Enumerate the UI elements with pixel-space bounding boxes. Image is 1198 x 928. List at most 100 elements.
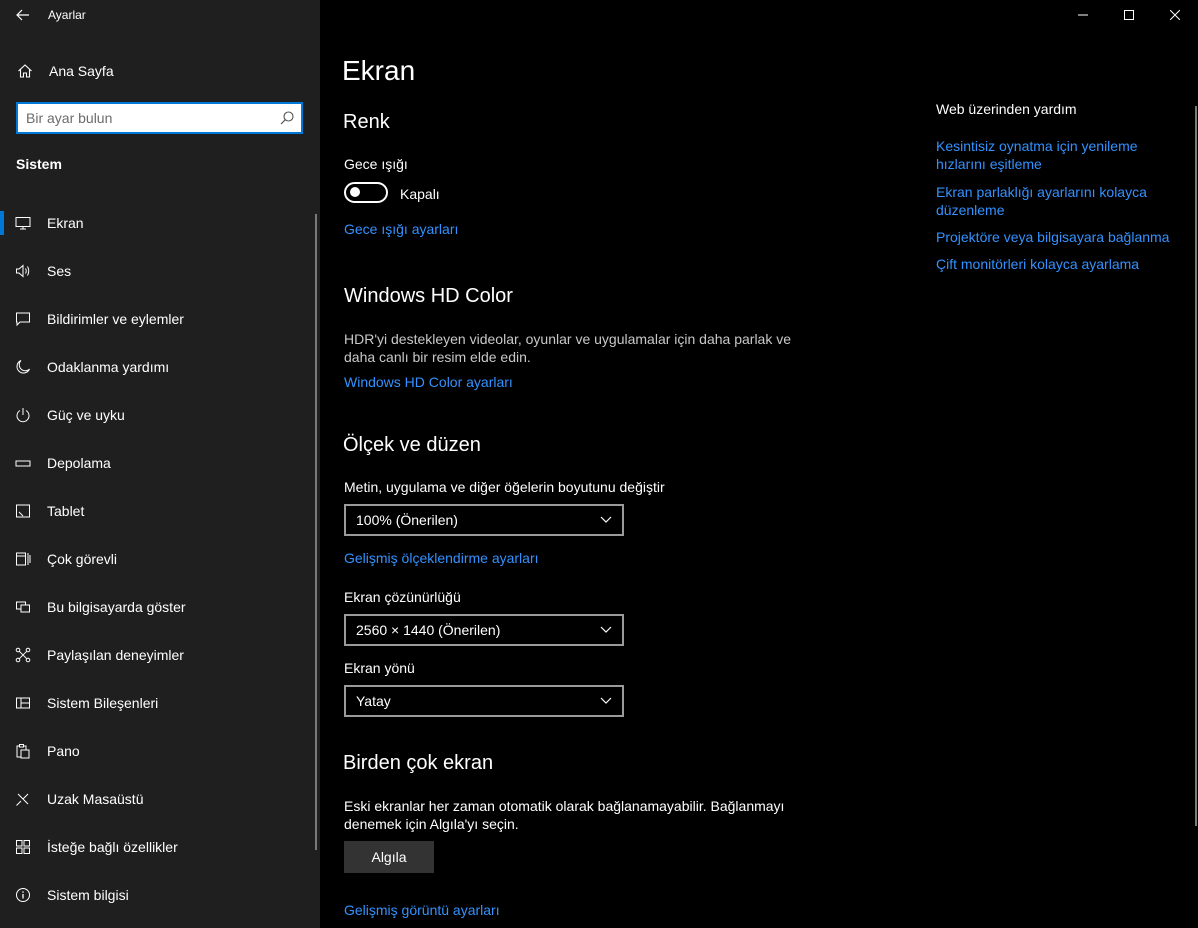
sidebar-item-label: İsteğe bağlı özellikler — [47, 839, 178, 855]
sidebar-item-label: Sistem bilgisi — [47, 887, 129, 903]
maximize-button[interactable] — [1106, 0, 1152, 30]
sidebar-item-istege-bagli[interactable]: İsteğe bağlı özellikler — [0, 823, 320, 871]
sidebar-item-uzak-masaustu[interactable]: Uzak Masaüstü — [0, 775, 320, 823]
sidebar-item-label: Sistem Bileşenleri — [47, 695, 159, 711]
shared-experiences-icon — [0, 647, 46, 663]
night-light-state: Kapalı — [400, 186, 440, 202]
sidebar: Ayarlar Ana Sayfa Sistem Ekran Ses Bildi… — [0, 0, 320, 928]
sidebar-item-paylasilan[interactable]: Paylaşılan deneyimler — [0, 631, 320, 679]
sidebar-item-sistem-bilgisi[interactable]: Sistem bilgisi — [0, 871, 320, 919]
night-light-label: Gece ışığı — [344, 156, 408, 172]
hdr-section-heading: Windows HD Color — [344, 285, 513, 307]
help-link-projector[interactable]: Projektöre veya bilgisayara bağlanma — [936, 228, 1176, 246]
orientation-value: Yatay — [356, 693, 391, 709]
help-title: Web üzerinden yardım — [936, 101, 1077, 117]
toggle-knob — [350, 187, 360, 197]
monitor-icon — [0, 215, 46, 231]
sidebar-item-label: Bildirimler ve eylemler — [47, 311, 184, 327]
sidebar-item-label: Bu bilgisayarda göster — [47, 599, 186, 615]
home-icon — [2, 63, 48, 79]
chevron-down-icon — [600, 516, 612, 523]
sidebar-item-label: Ekran — [47, 215, 84, 231]
multiple-displays-heading: Birden çok ekran — [343, 752, 494, 774]
sidebar-item-cok-gorevli[interactable]: Çok görevli — [0, 535, 320, 583]
search-icon[interactable] — [279, 110, 295, 129]
chevron-down-icon — [600, 626, 612, 633]
main-scrollbar[interactable] — [1195, 106, 1197, 826]
home-label: Ana Sayfa — [49, 63, 114, 79]
scale-dropdown[interactable]: 100% (Önerilen) — [344, 504, 624, 536]
sidebar-item-label: Güç ve uyku — [47, 407, 125, 423]
tablet-icon — [0, 503, 46, 519]
remote-desktop-icon — [0, 791, 46, 807]
help-link-brightness[interactable]: Ekran parlaklığı ayarlarını kolayca düze… — [936, 183, 1176, 219]
scale-label: Metin, uygulama ve diğer öğelerin boyutu… — [344, 479, 665, 495]
sidebar-scrollbar[interactable] — [315, 214, 317, 850]
info-icon — [0, 887, 46, 903]
sidebar-item-label: Paylaşılan deneyimler — [47, 647, 184, 663]
help-link-refresh-rate[interactable]: Kesintisiz oynatma için yenileme hızları… — [936, 137, 1176, 173]
notification-icon — [0, 311, 46, 327]
clipboard-icon — [0, 743, 46, 759]
storage-icon — [0, 455, 46, 471]
speaker-icon — [0, 263, 46, 279]
home-nav-item[interactable]: Ana Sayfa — [0, 52, 320, 90]
orientation-label: Ekran yönü — [344, 660, 415, 676]
maximize-icon — [1124, 10, 1134, 20]
sidebar-item-pano[interactable]: Pano — [0, 727, 320, 775]
search-box[interactable] — [16, 102, 303, 134]
back-button[interactable] — [0, 0, 46, 30]
sidebar-item-label: Pano — [47, 743, 80, 759]
window-controls — [1060, 0, 1198, 30]
scale-value: 100% (Önerilen) — [356, 512, 458, 528]
project-icon — [0, 599, 46, 615]
sidebar-item-depolama[interactable]: Depolama — [0, 439, 320, 487]
detect-button[interactable]: Algıla — [344, 841, 434, 873]
search-input[interactable] — [18, 110, 268, 126]
sidebar-item-bu-bilgisayarda-goster[interactable]: Bu bilgisayarda göster — [0, 583, 320, 631]
hdr-settings-link[interactable]: Windows HD Color ayarları — [344, 374, 513, 390]
night-light-settings-link[interactable]: Gece ışığı ayarları — [344, 221, 458, 237]
sidebar-item-ekran[interactable]: Ekran — [0, 199, 320, 247]
hdr-description: HDR'yi destekleyen videolar, oyunlar ve … — [344, 331, 792, 365]
sidebar-item-label: Ses — [47, 263, 72, 279]
color-section-heading: Renk — [343, 111, 390, 133]
advanced-display-link[interactable]: Gelişmiş görüntü ayarları — [344, 902, 500, 918]
multiple-displays-description: Eski ekranlar her zaman otomatik olarak … — [344, 798, 785, 832]
sidebar-item-bildirimler[interactable]: Bildirimler ve eylemler — [0, 295, 320, 343]
sidebar-item-label: Depolama — [47, 455, 111, 471]
sidebar-item-odaklanma[interactable]: Odaklanma yardımı — [0, 343, 320, 391]
resolution-dropdown[interactable]: 2560 × 1440 (Önerilen) — [344, 614, 624, 646]
sidebar-item-label: Odaklanma yardımı — [47, 359, 170, 375]
main-content: Ekran Renk Gece ışığı Kapalı Gece ışığı … — [320, 0, 1198, 928]
chevron-down-icon — [600, 697, 612, 704]
multitasking-icon — [0, 551, 46, 567]
nav-list: Ekran Ses Bildirimler ve eylemler Odakla… — [0, 199, 320, 919]
back-arrow-icon — [16, 9, 29, 21]
minimize-icon — [1078, 14, 1088, 16]
advanced-scaling-link[interactable]: Gelişmiş ölçeklendirme ayarları — [344, 550, 539, 566]
minimize-button[interactable] — [1060, 0, 1106, 30]
night-light-toggle[interactable] — [344, 182, 388, 203]
section-heading: Sistem — [16, 156, 62, 172]
sidebar-item-ses[interactable]: Ses — [0, 247, 320, 295]
power-icon — [0, 407, 46, 423]
app-title: Ayarlar — [48, 8, 86, 22]
sidebar-item-label: Çok görevli — [47, 551, 118, 567]
help-link-dual-monitors[interactable]: Çift monitörleri kolayca ayarlama — [936, 255, 1176, 273]
sidebar-item-guc[interactable]: Güç ve uyku — [0, 391, 320, 439]
page-title: Ekran — [342, 55, 416, 86]
sidebar-item-sistem-bilesenleri[interactable]: Sistem Bileşenleri — [0, 679, 320, 727]
moon-icon — [0, 359, 46, 375]
close-button[interactable] — [1152, 0, 1198, 30]
close-icon — [1170, 10, 1180, 20]
sidebar-item-tablet[interactable]: Tablet — [0, 487, 320, 535]
title-bar-left: Ayarlar — [0, 0, 320, 30]
optional-features-icon — [0, 839, 46, 855]
orientation-dropdown[interactable]: Yatay — [344, 685, 624, 717]
components-icon — [0, 695, 46, 711]
sidebar-item-label: Tablet — [47, 503, 85, 519]
resolution-value: 2560 × 1440 (Önerilen) — [356, 622, 501, 638]
scale-section-heading: Ölçek ve düzen — [343, 434, 481, 456]
sidebar-item-label: Uzak Masaüstü — [47, 791, 144, 807]
